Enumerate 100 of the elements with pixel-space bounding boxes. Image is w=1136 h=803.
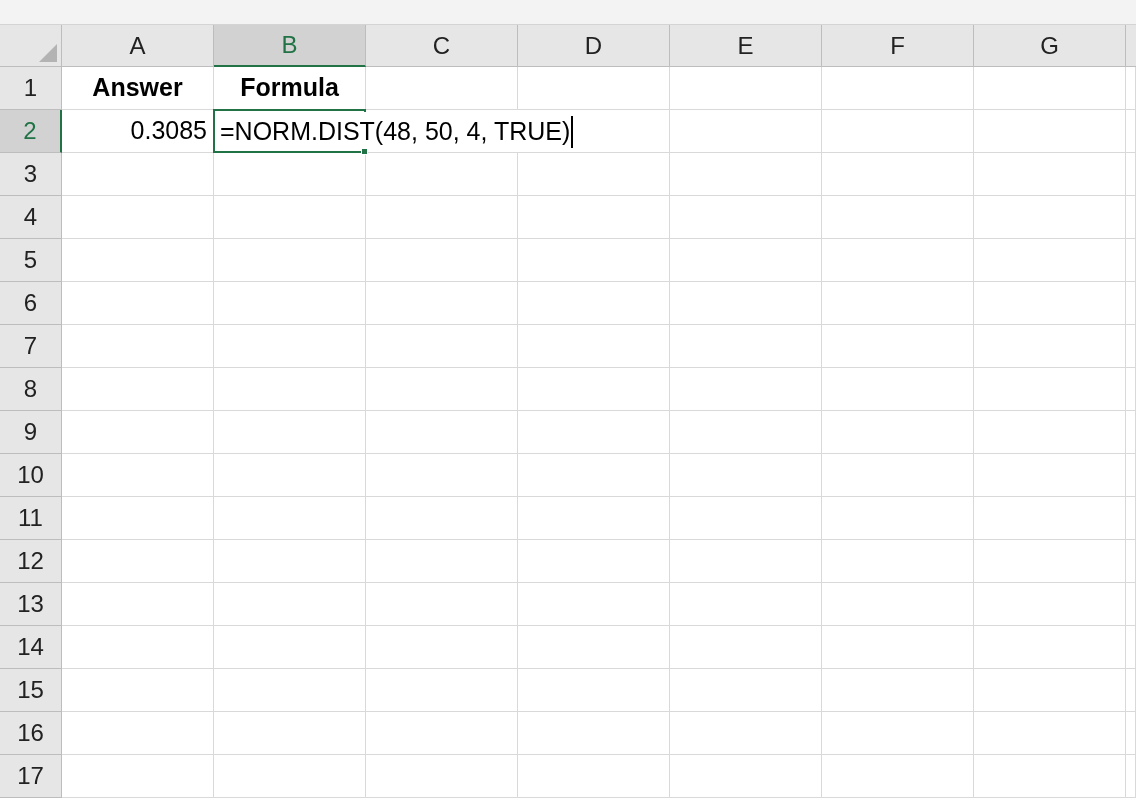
table-cell[interactable]: [366, 454, 518, 497]
table-cell[interactable]: [670, 755, 822, 798]
table-cell[interactable]: [670, 626, 822, 669]
table-cell[interactable]: [518, 540, 670, 583]
table-cell[interactable]: [974, 411, 1126, 454]
table-cell[interactable]: [822, 368, 974, 411]
row-header[interactable]: 5: [0, 239, 62, 282]
table-cell[interactable]: [974, 755, 1126, 798]
row-header[interactable]: 6: [0, 282, 62, 325]
table-cell[interactable]: [822, 583, 974, 626]
table-cell[interactable]: [366, 583, 518, 626]
table-cell[interactable]: [974, 110, 1126, 153]
column-header[interactable]: C: [366, 25, 518, 67]
table-cell[interactable]: [974, 583, 1126, 626]
column-header[interactable]: B: [214, 25, 366, 67]
table-cell[interactable]: [1126, 282, 1136, 325]
table-cell[interactable]: [670, 110, 822, 153]
table-cell[interactable]: [974, 454, 1126, 497]
table-cell[interactable]: [822, 282, 974, 325]
table-cell[interactable]: [1126, 368, 1136, 411]
table-cell[interactable]: [62, 411, 214, 454]
table-cell[interactable]: [366, 712, 518, 755]
table-cell[interactable]: [62, 196, 214, 239]
table-cell[interactable]: [974, 153, 1126, 196]
table-cell[interactable]: [366, 755, 518, 798]
table-cell[interactable]: [518, 325, 670, 368]
table-cell[interactable]: [366, 411, 518, 454]
table-cell[interactable]: [214, 411, 366, 454]
row-header[interactable]: 16: [0, 712, 62, 755]
table-cell[interactable]: [518, 67, 670, 110]
table-cell[interactable]: [670, 712, 822, 755]
table-cell[interactable]: [62, 153, 214, 196]
table-cell[interactable]: [670, 67, 822, 110]
table-cell[interactable]: [822, 411, 974, 454]
table-cell[interactable]: [822, 712, 974, 755]
table-cell[interactable]: [518, 282, 670, 325]
table-cell[interactable]: [62, 454, 214, 497]
table-cell[interactable]: [974, 282, 1126, 325]
table-cell[interactable]: [518, 454, 670, 497]
table-cell[interactable]: [62, 583, 214, 626]
table-cell[interactable]: [518, 239, 670, 282]
table-cell[interactable]: [670, 368, 822, 411]
table-cell[interactable]: [822, 454, 974, 497]
table-cell[interactable]: [62, 497, 214, 540]
table-cell[interactable]: [214, 368, 366, 411]
table-cell[interactable]: [1126, 626, 1136, 669]
row-header[interactable]: 3: [0, 153, 62, 196]
table-cell[interactable]: [670, 153, 822, 196]
column-header[interactable]: F: [822, 25, 974, 67]
table-cell[interactable]: [974, 712, 1126, 755]
table-cell[interactable]: [974, 239, 1126, 282]
table-cell[interactable]: [670, 669, 822, 712]
table-cell[interactable]: Formula: [214, 67, 366, 110]
table-cell[interactable]: [1126, 67, 1136, 110]
table-cell[interactable]: [518, 153, 670, 196]
table-cell[interactable]: [974, 325, 1126, 368]
row-header[interactable]: 12: [0, 540, 62, 583]
table-cell[interactable]: [670, 282, 822, 325]
table-cell[interactable]: [518, 755, 670, 798]
table-cell[interactable]: [1126, 669, 1136, 712]
table-cell[interactable]: [822, 626, 974, 669]
table-cell[interactable]: [518, 669, 670, 712]
table-cell[interactable]: [214, 325, 366, 368]
table-cell[interactable]: [62, 669, 214, 712]
table-cell[interactable]: [366, 497, 518, 540]
table-cell[interactable]: [62, 755, 214, 798]
table-cell[interactable]: [214, 712, 366, 755]
table-cell[interactable]: [822, 497, 974, 540]
table-cell[interactable]: [518, 411, 670, 454]
row-header[interactable]: 7: [0, 325, 62, 368]
table-cell[interactable]: [214, 755, 366, 798]
table-cell[interactable]: [1126, 712, 1136, 755]
column-header[interactable]: G: [974, 25, 1126, 67]
table-cell[interactable]: [214, 540, 366, 583]
table-cell[interactable]: [214, 196, 366, 239]
table-cell[interactable]: [214, 454, 366, 497]
table-cell[interactable]: [366, 626, 518, 669]
table-cell[interactable]: [974, 540, 1126, 583]
table-cell[interactable]: [1126, 583, 1136, 626]
table-cell[interactable]: [214, 669, 366, 712]
table-cell[interactable]: [822, 755, 974, 798]
table-cell[interactable]: [1126, 325, 1136, 368]
table-cell[interactable]: [670, 540, 822, 583]
row-header[interactable]: 4: [0, 196, 62, 239]
row-header[interactable]: 14: [0, 626, 62, 669]
row-header[interactable]: 15: [0, 669, 62, 712]
table-cell[interactable]: [670, 196, 822, 239]
table-cell[interactable]: [62, 325, 214, 368]
table-cell[interactable]: [518, 196, 670, 239]
row-header[interactable]: 13: [0, 583, 62, 626]
table-cell[interactable]: [822, 67, 974, 110]
table-cell[interactable]: [518, 583, 670, 626]
table-cell[interactable]: [1126, 540, 1136, 583]
table-cell[interactable]: [974, 368, 1126, 411]
table-cell[interactable]: [366, 239, 518, 282]
row-header[interactable]: 9: [0, 411, 62, 454]
cell-input[interactable]: =NORM.DIST(48, 50, 4, TRUE): [216, 112, 571, 151]
table-cell[interactable]: [822, 110, 974, 153]
row-header[interactable]: 1: [0, 67, 62, 110]
table-cell[interactable]: [670, 454, 822, 497]
